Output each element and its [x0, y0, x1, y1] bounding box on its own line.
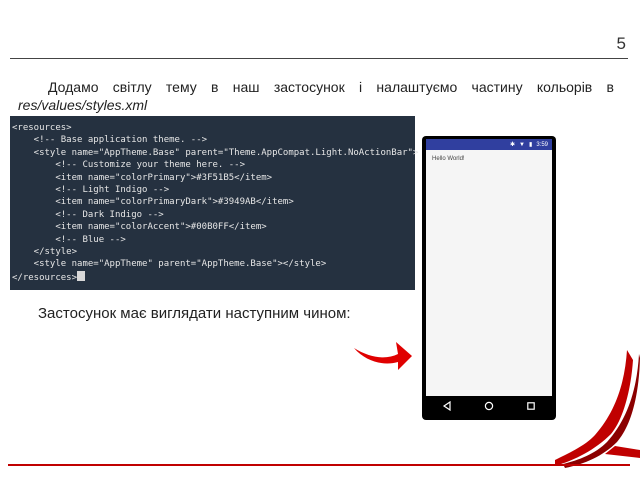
status-bar: ✱ ▼ ▮ 3:59	[426, 139, 552, 150]
code-text: <item name="colorAccent">#00B0FF</item>	[12, 222, 267, 233]
code-line: <!-- Base application theme. -->	[12, 134, 415, 146]
intro-text: Додамо світлу тему в наш застосунок і на…	[48, 79, 614, 95]
code-text: </resources>	[12, 272, 78, 283]
code-text: <!-- Dark Indigo -->	[12, 209, 164, 220]
code-text: <!-- Base application theme. -->	[12, 135, 208, 146]
intro-paragraph: Додамо світлу тему в наш застосунок і на…	[18, 78, 614, 114]
code-text: <style name="AppTheme.Base" parent="Them…	[12, 147, 419, 158]
hello-world-text: Hello World!	[432, 156, 465, 162]
code-line: <style name="AppTheme" parent="AppTheme.…	[12, 258, 415, 270]
text-cursor	[77, 270, 86, 281]
page-number: 5	[616, 34, 626, 53]
status-time: 3:59	[536, 141, 548, 148]
code-text: <!-- Blue -->	[12, 234, 126, 245]
top-divider	[10, 58, 628, 59]
code-line: <style name="AppTheme.Base" parent="Them…	[12, 147, 419, 159]
book-corner-decoration	[555, 350, 640, 468]
code-line: <!-- Light Indigo -->	[12, 184, 415, 196]
code-text: <!-- Light Indigo -->	[12, 184, 170, 195]
recents-icon[interactable]	[526, 401, 536, 411]
code-line: <item name="colorPrimaryDark">#3949AB</i…	[12, 196, 415, 208]
battery-icon: ▮	[529, 142, 533, 148]
code-line: </style>	[12, 246, 415, 258]
code-line: </resources>	[12, 270, 415, 283]
red-arrow-icon	[354, 342, 412, 370]
back-icon[interactable]	[442, 401, 452, 411]
code-text: <item name="colorPrimary">#3F51B5</item>	[12, 172, 273, 183]
code-line: <!-- Customize your theme here. -->	[12, 159, 415, 171]
code-text: <!-- Customize your theme here. -->	[12, 160, 245, 171]
code-line: <item name="colorAccent">#00B0FF</item>	[12, 221, 415, 233]
caption-text: Застосунок має виглядати наступним чином…	[38, 305, 351, 322]
app-screen: Hello World!	[426, 150, 552, 396]
code-line: <resources>	[12, 122, 415, 134]
home-icon[interactable]	[484, 401, 494, 411]
code-screenshot: <resources> <!-- Base application theme.…	[10, 116, 419, 290]
signal-icon: ▼	[519, 141, 525, 148]
code-text: <style name="AppTheme" parent="AppTheme.…	[12, 259, 327, 270]
styles-path: res/values/styles.xml	[18, 97, 148, 113]
bottom-divider	[8, 464, 630, 466]
bluetooth-icon: ✱	[510, 142, 516, 148]
navigation-bar	[426, 396, 552, 416]
code-text: </style>	[12, 246, 78, 257]
code-text: <item name="colorPrimaryDark">#3949AB</i…	[12, 197, 294, 208]
code-text: <resources>	[12, 123, 72, 133]
code-line: <item name="colorPrimary">#3F51B5</item>	[12, 172, 415, 184]
code-line: <!-- Blue -->	[12, 234, 415, 246]
code-line: <!-- Dark Indigo -->	[12, 209, 415, 221]
phone-mockup: ✱ ▼ ▮ 3:59 Hello World!	[422, 136, 556, 420]
